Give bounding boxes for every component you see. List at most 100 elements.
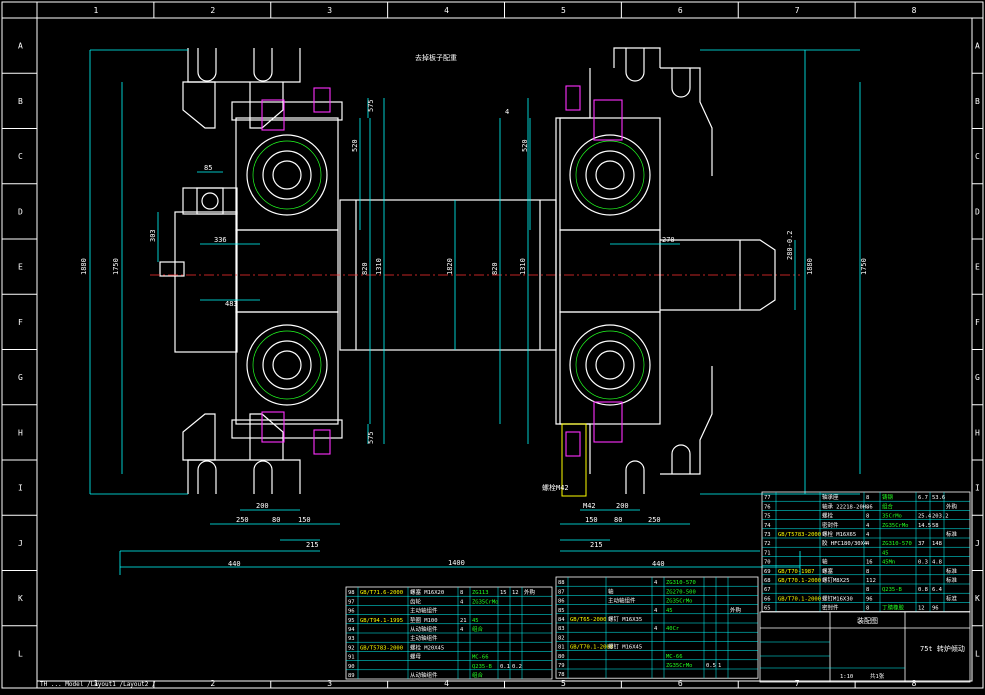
parts-mid-cell-qty: 4	[654, 608, 658, 614]
dim-m42: M42	[583, 502, 596, 510]
parts-table-left: 98 GB/T71.6-2000 螺塞 M16X20 8 ZG113 15 12 外购 97 齿轮…	[345, 586, 553, 680]
parts-left-cell-name: 螺母	[410, 653, 422, 661]
parts-mid-cell-no: 88	[558, 580, 565, 586]
dim-1880-left: 1880	[80, 258, 88, 275]
dim-total-width: 1400	[448, 559, 465, 567]
outer-border	[1, 1, 984, 689]
parts-right-cell-w2: 96	[932, 606, 939, 612]
parts-right-cell-no: 70	[764, 560, 771, 566]
dim-4: 4	[505, 108, 509, 116]
parts-right-cell-mat: 组合	[882, 502, 894, 510]
parts-right-cell-name: 螺栓 M16X65	[822, 530, 856, 538]
zone-label-right: J	[975, 539, 980, 548]
dim-left-200: 200	[256, 502, 269, 510]
parts-right-cell-qty: 8	[866, 569, 869, 575]
right-gearbox-view	[555, 47, 776, 497]
parts-right-cell-no: 73	[764, 532, 771, 538]
parts-left-cell-code: GB/T71.6-2000	[360, 590, 403, 596]
zone-label-left: B	[18, 97, 23, 106]
dim-520-left: 520	[351, 139, 359, 152]
zone-label-left: H	[18, 428, 23, 437]
parts-right-cell-w1: 0.3	[918, 560, 928, 566]
parts-left-cell-mat: MC-66	[472, 655, 489, 661]
parts-right-cell-code: GB/T70.1-2000	[778, 578, 821, 584]
parts-mid-cell-qty: 4	[654, 580, 658, 586]
parts-right-cell-no: 75	[764, 514, 771, 520]
parts-right-cell-no: 65	[764, 606, 771, 612]
zone-label-top: 8	[912, 6, 917, 15]
parts-right-cell-qty: 4	[866, 523, 870, 529]
dim-left-150: 150	[298, 516, 311, 524]
parts-mid-cell-name: 螺钉 M16X35	[608, 615, 642, 623]
dim-575-bottom: 575	[367, 431, 375, 444]
parts-mid-cell-mat: 45	[666, 608, 673, 614]
zone-label-bottom: 8	[912, 679, 917, 688]
dim-820-right: 820	[491, 262, 499, 275]
zone-label-top: 2	[210, 6, 215, 15]
parts-right-cell-qty: 8	[866, 606, 869, 612]
dim-shaft-diameter: 280-0.2	[786, 230, 794, 260]
dim-right-440: 440	[652, 560, 665, 568]
dim-left-215: 215	[306, 541, 319, 549]
parts-right-cell-qty: 8	[866, 495, 869, 501]
parts-left-cell-code: GB/T5783-2000	[360, 645, 403, 651]
zone-label-right: A	[975, 42, 980, 51]
parts-right-cell-w2: 6.4	[932, 587, 943, 593]
parts-right-cell-name: 螺栓	[822, 512, 834, 520]
parts-left-cell-no: 93	[348, 636, 355, 642]
parts-right-cell-code: GB/T70-1987	[778, 569, 814, 575]
parts-mid-cell-qty: 4	[654, 626, 658, 632]
parts-left-cell-no: 89	[348, 673, 355, 679]
zone-label-left: D	[18, 207, 23, 216]
dim-1820-center: 1820	[446, 258, 454, 275]
zone-label-left: C	[18, 152, 23, 161]
parts-left-cell-qty: 4	[460, 599, 464, 605]
zone-label-right: E	[975, 263, 980, 272]
parts-right-cell-name: 胶 HFC180/30X4	[822, 539, 868, 547]
zone-label-right: G	[975, 373, 980, 382]
parts-right-cell-w1: 14.5	[918, 523, 931, 529]
parts-right-cell-name: 密封件	[822, 521, 839, 529]
dim-820-left: 820	[361, 262, 369, 275]
parts-right-cell-qty: 96	[866, 596, 873, 602]
zone-label-bottom: 5	[561, 679, 566, 688]
parts-left-cell-mat: ZG113	[472, 590, 489, 596]
parts-right-cell-name: 轴	[822, 558, 828, 566]
title-block-scale: 1:10	[840, 674, 853, 680]
parts-mid-cell-name: 主动轴组件	[608, 597, 636, 605]
central-shaft	[150, 199, 800, 351]
cad-drawing-canvas[interactable]: 1122334455667788A AB BC CD DE EF FG GH HI IJ JK KL L	[0, 0, 985, 695]
parts-mid-cell-code: GB/T65-2000	[570, 617, 606, 623]
parts-right-cell-w1: 12	[918, 606, 925, 612]
zone-label-left: J	[18, 539, 23, 548]
parts-left-cell-mat: ZG35CrMo	[472, 599, 499, 605]
parts-right-cell-qty: 8	[866, 504, 869, 510]
parts-mid-cell-no: 83	[558, 626, 565, 632]
parts-mid-cell-name: 螺钉 M16X45	[608, 643, 642, 651]
parts-mid-cell-mat: ZG35CrMo	[666, 599, 693, 605]
parts-left-cell-name: 从动轴组件	[410, 625, 438, 633]
dim-right-250: 250	[648, 516, 661, 524]
dim-85: 85	[204, 164, 212, 172]
parts-right-cell-code: GB/T5783-2000	[778, 532, 821, 538]
parts-mid-cell-mat: MC-66	[666, 654, 683, 660]
parts-right-cell-no: 76	[764, 504, 771, 510]
parts-left-cell-name: 垫圈 M100	[410, 616, 438, 624]
parts-left-cell-mat: 45	[472, 618, 479, 624]
parts-mid-cell-no: 84	[558, 617, 565, 623]
parts-mid-cell-code: GB/T70.1-2000	[570, 645, 613, 651]
parts-mid-cell-note: 外购	[730, 606, 742, 614]
parts-right-cell-mat: Q235-B	[882, 587, 903, 593]
parts-mid-cell-no: 80	[558, 654, 565, 660]
parts-left-cell-mat: 组合	[472, 625, 484, 633]
parts-right-cell-qty: 112	[866, 578, 876, 584]
parts-mid-cell-no: 81	[558, 645, 565, 651]
parts-right-cell-note: 标准	[946, 530, 958, 538]
zone-label-right: L	[975, 649, 980, 658]
parts-right-cell-w2: 53.6	[932, 495, 945, 501]
parts-right-cell-qty: 4	[866, 532, 870, 538]
parts-left-cell-qty: 4	[460, 627, 464, 633]
parts-mid-cell-mat: 40Cr	[666, 626, 680, 632]
zone-label-bottom: 7	[795, 679, 800, 688]
title-block-code: 75t 转炉倾动	[920, 644, 965, 653]
